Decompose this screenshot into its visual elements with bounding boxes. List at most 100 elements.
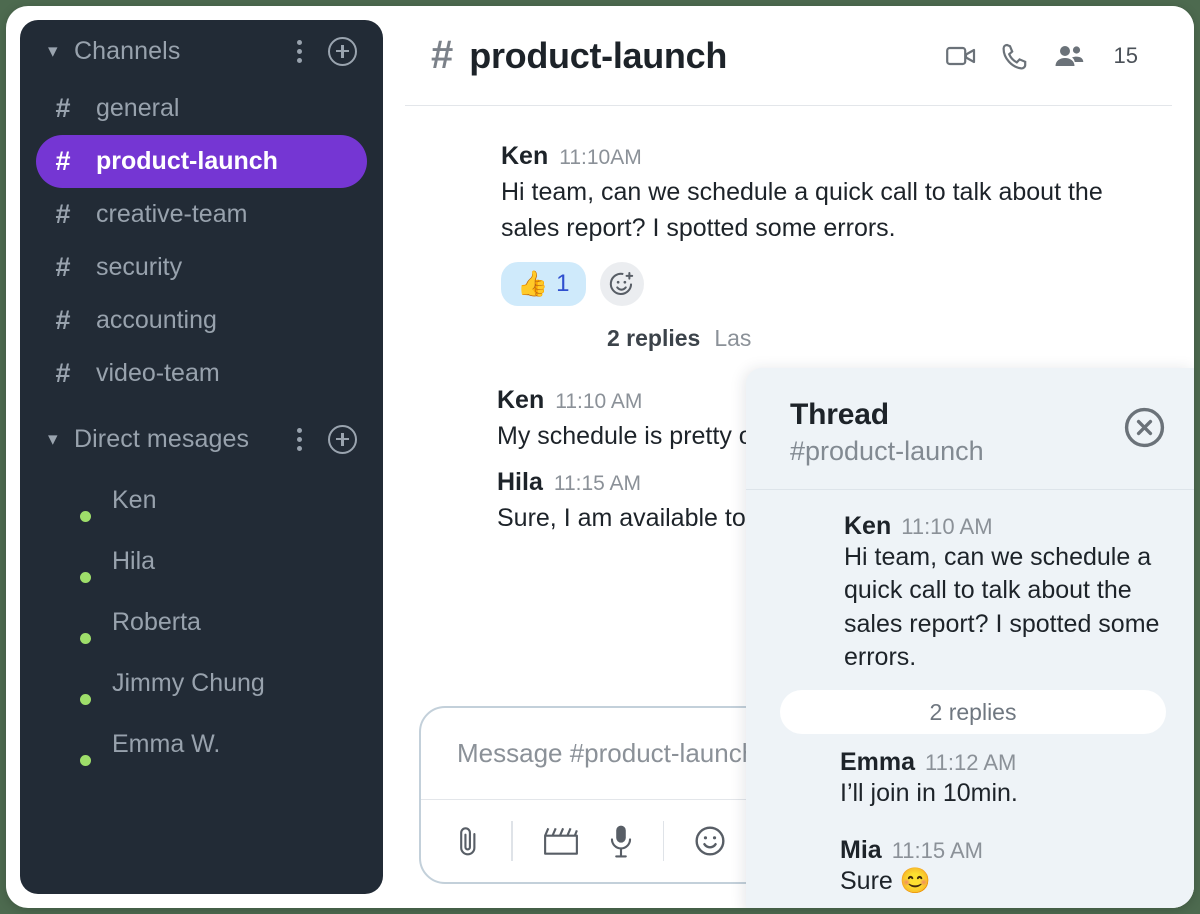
thread-summary[interactable]: 2 replies Las bbox=[515, 316, 1164, 360]
toolbar-divider bbox=[511, 821, 513, 861]
people-icon[interactable] bbox=[1054, 44, 1084, 68]
sidebar-item-general[interactable]: # general bbox=[36, 82, 367, 135]
channel-label: creative-team bbox=[96, 200, 248, 228]
channel-label: security bbox=[96, 253, 183, 281]
thumbsup-icon: 👍 bbox=[517, 269, 549, 298]
message-text: Hi team, can we schedule a quick call to… bbox=[501, 178, 1103, 242]
dm-label: Roberta bbox=[112, 608, 201, 636]
more-vertical-icon[interactable] bbox=[297, 427, 302, 451]
status-online-dot bbox=[78, 569, 93, 585]
reaction-thumbsup[interactable]: 👍 1 bbox=[501, 262, 586, 306]
thread-header: Thread #product-launch bbox=[746, 368, 1194, 490]
channels-section-header[interactable]: ▾ Channels bbox=[20, 20, 383, 82]
phone-icon[interactable] bbox=[1002, 42, 1028, 70]
thread-replies-divider: 2 replies bbox=[780, 690, 1166, 734]
dm-section-header[interactable]: ▾ Direct mesages bbox=[20, 408, 383, 470]
more-vertical-icon[interactable] bbox=[297, 39, 302, 63]
message-author: Mia bbox=[840, 836, 882, 865]
thread-title: Thread bbox=[790, 398, 889, 431]
message-time: 11:10AM bbox=[559, 146, 642, 169]
sidebar-item-creative-team[interactable]: # creative-team bbox=[36, 188, 367, 241]
message-author: Hila bbox=[497, 468, 543, 496]
sidebar-item-accounting[interactable]: # accounting bbox=[36, 294, 367, 347]
dm-label: Emma W. bbox=[112, 730, 221, 758]
avatar bbox=[772, 748, 824, 800]
status-online-dot bbox=[78, 508, 93, 524]
dm-label: Hila bbox=[112, 547, 156, 575]
video-camera-icon[interactable] bbox=[945, 45, 976, 67]
message-text: Sure 😊 bbox=[840, 867, 931, 896]
message-author: Emma bbox=[840, 748, 916, 776]
reaction-bar: 👍 1 bbox=[501, 262, 1164, 306]
plus-circle-icon-channels[interactable] bbox=[328, 36, 357, 66]
message-time: 11:15 AM bbox=[553, 472, 642, 495]
message-text: Hi team, can we schedule a quick call to… bbox=[844, 543, 1160, 671]
smiley-icon[interactable] bbox=[694, 825, 726, 857]
message-time: 11:12 AM bbox=[925, 750, 1017, 775]
channel-list: # general # product-launch # creative-te… bbox=[20, 82, 383, 400]
thread-panel: Thread #product-launch Ken 11:10 AM Hi t… bbox=[746, 368, 1194, 908]
microphone-icon[interactable] bbox=[609, 824, 633, 858]
message-text: I’ll join in 10min. bbox=[840, 779, 1018, 807]
channels-section-label: Channels bbox=[74, 36, 181, 65]
message-item: Ken 11:10AM Hi team, can we schedule a q… bbox=[419, 142, 1164, 378]
toolbar-divider bbox=[662, 821, 664, 861]
message-author: Ken bbox=[501, 142, 549, 170]
message-time: 11:15 AM bbox=[891, 838, 984, 864]
avatar bbox=[48, 662, 93, 707]
hash-icon: # bbox=[431, 33, 454, 77]
avatar[interactable] bbox=[419, 468, 477, 526]
avatar bbox=[48, 479, 93, 524]
channel-label: accounting bbox=[96, 306, 217, 334]
message-author: Ken bbox=[497, 386, 545, 414]
member-count: 15 bbox=[1113, 42, 1138, 68]
thread-root-message: Ken 11:10 AM Hi team, can we schedule a … bbox=[772, 512, 1174, 674]
thread-reply-item: Mia 11:15 AM Sure 😊 bbox=[772, 836, 1174, 898]
plus-circle-icon-dm[interactable] bbox=[328, 424, 357, 454]
chat-app-window: ▾ Channels # general # product-launch # … bbox=[6, 6, 1194, 908]
dm-item-ken[interactable]: Ken bbox=[36, 470, 367, 531]
avatar bbox=[772, 836, 824, 888]
dm-item-emma-w[interactable]: Emma W. bbox=[36, 714, 367, 775]
status-online-dot bbox=[78, 752, 93, 768]
paperclip-icon[interactable] bbox=[455, 824, 481, 858]
hash-icon: # bbox=[55, 358, 71, 388]
dm-section-label: Direct mesages bbox=[74, 424, 250, 453]
hash-icon: # bbox=[55, 93, 71, 123]
page-title: product-launch bbox=[469, 34, 728, 76]
chevron-down-icon[interactable]: ▾ bbox=[48, 42, 64, 61]
direct-message-list: Ken Hila Roberta Jimmy Chung Emma W. bbox=[20, 470, 383, 775]
chevron-down-icon[interactable]: ▾ bbox=[48, 430, 64, 449]
thread-channel-label: #product-launch bbox=[790, 436, 984, 466]
sidebar-item-product-launch[interactable]: # product-launch bbox=[36, 135, 367, 188]
thread-body: Ken 11:10 AM Hi team, can we schedule a … bbox=[746, 490, 1194, 899]
dm-item-roberta[interactable]: Roberta bbox=[36, 592, 367, 653]
message-time: 11:10 AM bbox=[555, 390, 643, 413]
hash-icon: # bbox=[55, 252, 71, 282]
avatar bbox=[48, 601, 93, 646]
avatar[interactable] bbox=[419, 142, 481, 204]
dm-item-hila[interactable]: Hila bbox=[36, 531, 367, 592]
avatar[interactable] bbox=[419, 386, 477, 444]
hash-icon: # bbox=[55, 305, 71, 335]
message-time: 11:10 AM bbox=[901, 514, 993, 539]
thread-participant-avatars bbox=[515, 316, 593, 360]
avatar bbox=[48, 540, 93, 585]
add-reaction-icon[interactable] bbox=[599, 262, 644, 306]
channel-label: video-team bbox=[96, 359, 220, 387]
sidebar-item-video-team[interactable]: # video-team bbox=[36, 347, 367, 400]
status-online-dot bbox=[78, 630, 93, 646]
hash-icon: # bbox=[55, 199, 71, 229]
channel-label: product-launch bbox=[96, 147, 278, 175]
dm-item-jimmy-chung[interactable]: Jimmy Chung bbox=[36, 653, 367, 714]
dm-label: Jimmy Chung bbox=[112, 669, 265, 697]
thread-reply-count[interactable]: 2 replies bbox=[607, 325, 700, 352]
main-panel: # product-launch 15 Ken 11:10AM Hi team,… bbox=[383, 6, 1194, 908]
sidebar-item-security[interactable]: # security bbox=[36, 241, 367, 294]
sidebar: ▾ Channels # general # product-launch # … bbox=[20, 20, 383, 894]
channel-label: general bbox=[96, 94, 180, 122]
hash-icon: # bbox=[55, 146, 71, 176]
chat-header: # product-launch 15 bbox=[405, 6, 1172, 106]
close-circle-icon[interactable] bbox=[1123, 406, 1166, 449]
clapperboard-icon[interactable] bbox=[543, 826, 579, 856]
